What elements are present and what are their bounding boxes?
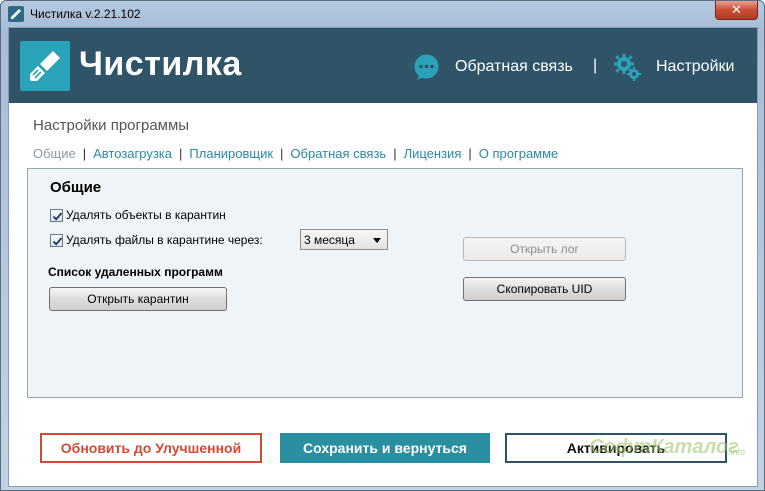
delete-files-option[interactable]: Удалять файлы в карантине через: — [50, 232, 263, 248]
tab-feedback[interactable]: Обратная связь — [290, 146, 386, 161]
delete-files-checkbox[interactable] — [50, 233, 63, 247]
broom-logo-icon — [20, 41, 70, 91]
upgrade-button[interactable]: Обновить до Улучшенной — [40, 433, 262, 463]
tab-scheduler[interactable]: Планировщик — [189, 146, 273, 161]
tab-separator: | — [280, 146, 284, 161]
chevron-down-icon — [373, 238, 381, 243]
watermark: СофтКаталог — [589, 436, 739, 458]
delete-files-label: Удалять файлы в карантине через: — [66, 233, 263, 247]
header-feedback-link[interactable]: Обратная связь — [455, 58, 573, 76]
window-title: Чистилка v.2.21.102 — [30, 7, 141, 21]
title-bar[interactable]: Чистилка v.2.21.102 ✕ — [1, 1, 764, 27]
tab-separator: | — [82, 146, 87, 161]
header-separator: | — [593, 57, 598, 74]
checkmark-icon — [52, 211, 63, 221]
tab-autostart[interactable]: Автозагрузка — [93, 146, 172, 161]
client-area: Чистилка Обратная связь | Настройки Наст… — [8, 27, 758, 487]
logo-text: Чистилка — [79, 45, 242, 83]
tab-about[interactable]: О программе — [479, 146, 559, 161]
removed-programs-title: Список удаленных программ — [48, 265, 223, 279]
header-settings-link[interactable]: Настройки — [656, 58, 734, 76]
tab-separator: | — [393, 146, 397, 161]
watermark-suffix: .info — [728, 447, 746, 457]
period-select[interactable]: 3 месяца — [300, 229, 388, 250]
close-button[interactable]: ✕ — [715, 1, 758, 20]
app-header: Чистилка Обратная связь | Настройки — [9, 28, 757, 103]
settings-tabs: Общие | Автозагрузка | Планировщик | Обратная … — [33, 146, 558, 161]
tab-separator: | — [179, 146, 183, 161]
copy-uid-button[interactable]: Скопировать UID — [463, 277, 626, 301]
chat-bubble-icon[interactable] — [413, 54, 440, 81]
panel-title: Общие — [50, 179, 102, 196]
app-icon — [8, 6, 24, 22]
open-log-button[interactable]: Открыть лог — [463, 237, 626, 261]
general-settings-panel: Общие Удалять объекты в карантин Удалять… — [27, 168, 743, 398]
open-quarantine-button[interactable]: Открыть карантин — [49, 287, 227, 311]
app-window: Чистилка v.2.21.102 ✕ Чистилка Обратная … — [0, 0, 765, 491]
tab-general[interactable]: Общие — [33, 146, 76, 161]
tab-separator: | — [468, 146, 472, 161]
gear-icon[interactable] — [613, 53, 641, 81]
delete-objects-option[interactable]: Удалять объекты в карантин — [50, 207, 226, 223]
delete-objects-checkbox[interactable] — [50, 208, 63, 222]
save-and-return-button[interactable]: Сохранить и вернуться — [280, 433, 490, 463]
period-select-value: 3 месяца — [304, 233, 355, 247]
page-title: Настройки программы — [33, 117, 190, 134]
checkmark-icon — [52, 236, 63, 246]
delete-objects-label: Удалять объекты в карантин — [66, 208, 226, 222]
footer-bar: Обновить до Улучшенной Сохранить и верну… — [9, 413, 757, 486]
tab-license[interactable]: Лицензия — [404, 146, 462, 161]
